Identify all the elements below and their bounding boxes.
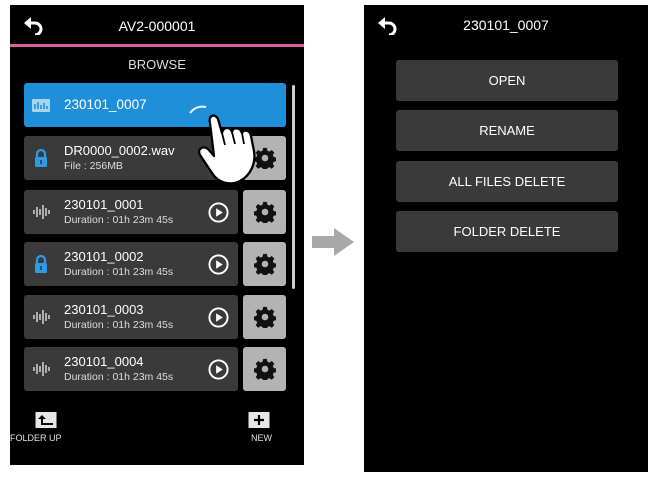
folder-icon: [31, 95, 51, 115]
gear-icon: [254, 201, 276, 223]
settings-button[interactable]: [243, 242, 286, 286]
list-item[interactable]: 230101_0003 Duration : 01h 23m 45s: [24, 295, 238, 339]
file-name: 230101_0001: [64, 197, 144, 212]
new-folder-icon[interactable]: [248, 411, 270, 429]
file-detail: Duration : 01h 23m 45s: [64, 371, 174, 383]
file-name: 230101_0003: [64, 302, 144, 317]
header-divider: [10, 44, 304, 47]
open-button[interactable]: OPEN: [396, 60, 618, 101]
file-detail: Duration : 01h 23m 45s: [64, 266, 174, 278]
tapping-hand-icon: [188, 103, 270, 187]
gear-icon: [254, 358, 276, 380]
play-icon[interactable]: [208, 202, 229, 223]
new-label: NEW: [251, 433, 272, 443]
list-item[interactable]: 230101_0004 Duration : 01h 23m 45s: [24, 347, 238, 391]
lock-icon: [31, 254, 51, 274]
arrow-right-icon: [312, 228, 354, 256]
waveform-icon: [31, 307, 51, 327]
all-files-delete-button[interactable]: ALL FILES DELETE: [396, 161, 618, 202]
waveform-icon: [31, 202, 51, 222]
settings-button[interactable]: [243, 295, 286, 339]
settings-button[interactable]: [243, 347, 286, 391]
gear-icon: [254, 306, 276, 328]
file-detail: File : 256MB: [64, 160, 123, 172]
rename-button[interactable]: RENAME: [396, 110, 618, 151]
folder-up-label: FOLDER UP: [10, 433, 62, 443]
play-icon[interactable]: [208, 359, 229, 380]
lock-icon: [31, 148, 51, 168]
list-item[interactable]: 230101_0001 Duration : 01h 23m 45s: [24, 190, 238, 234]
file-name: 230101_0002: [64, 249, 144, 264]
gear-icon: [254, 253, 276, 275]
scrollbar[interactable]: [292, 85, 295, 289]
folder-up-icon[interactable]: [35, 411, 57, 429]
section-label: BROWSE: [128, 57, 186, 72]
file-detail: Duration : 01h 23m 45s: [64, 214, 174, 226]
settings-button[interactable]: [243, 190, 286, 234]
play-icon[interactable]: [208, 307, 229, 328]
screen-title: AV2-000001: [118, 18, 196, 34]
file-name: DR0000_0002.wav: [64, 143, 175, 158]
list-item[interactable]: 230101_0002 Duration : 01h 23m 45s: [24, 242, 238, 286]
play-icon[interactable]: [208, 254, 229, 275]
browse-screen: AV2-000001 BROWSE 230101_0007 DR0000_000…: [10, 5, 304, 465]
folder-menu-screen: 230101_0007 OPEN RENAME ALL FILES DELETE…: [364, 5, 648, 472]
file-name: 230101_0004: [64, 354, 144, 369]
folder-delete-button[interactable]: FOLDER DELETE: [396, 211, 618, 252]
waveform-icon: [31, 359, 51, 379]
file-detail: Duration : 01h 23m 45s: [64, 319, 174, 331]
file-name: 230101_0007: [64, 97, 147, 112]
screen-title: 230101_0007: [463, 17, 549, 33]
